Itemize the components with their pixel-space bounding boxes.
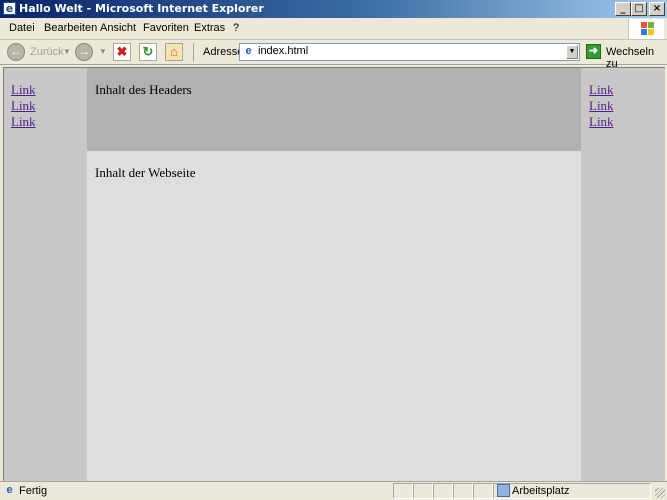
menu-help[interactable]: ? — [233, 22, 239, 34]
right-link-1[interactable]: Link — [589, 82, 614, 98]
stop-icon: ✖ — [116, 44, 128, 59]
left-link-2[interactable]: Link — [11, 98, 36, 114]
status-page-icon: e — [6, 484, 13, 496]
status-bar: e Fertig Arbeitsplatz — [0, 481, 667, 500]
maximize-button[interactable]: □ — [631, 2, 647, 16]
left-link-3[interactable]: Link — [11, 114, 36, 130]
refresh-icon: ↻ — [142, 44, 154, 59]
status-pane — [393, 483, 413, 499]
browser-window: e Hallo Welt - Microsoft Internet Explor… — [0, 0, 667, 500]
title-bar[interactable]: e Hallo Welt - Microsoft Internet Explor… — [0, 0, 667, 18]
toolbar-separator — [193, 43, 194, 62]
content-text: Inhalt der Webseite — [95, 165, 196, 180]
status-pane — [453, 483, 473, 499]
ie-app-icon[interactable]: e — [3, 2, 16, 15]
right-link-list: Link Link Link — [589, 82, 614, 130]
right-link-3[interactable]: Link — [589, 114, 614, 130]
status-pane — [473, 483, 493, 499]
resize-grip[interactable] — [655, 488, 665, 498]
refresh-button[interactable]: ↻ — [139, 43, 157, 61]
left-column: Link Link Link — [4, 68, 87, 481]
center-column: Inhalt des Headers Inhalt der Webseite — [87, 68, 581, 481]
status-pane — [433, 483, 453, 499]
my-computer-icon — [497, 484, 510, 497]
menu-datei[interactable]: Datei — [9, 22, 35, 34]
go-button[interactable]: ➜ — [586, 44, 601, 59]
browser-viewport: Link Link Link Inhalt des Headers Inhalt… — [3, 67, 665, 481]
stop-button[interactable]: ✖ — [113, 43, 131, 61]
address-field[interactable]: e index.html ▼ — [239, 43, 580, 61]
header-text: Inhalt des Headers — [95, 82, 192, 97]
window-title: Hallo Welt - Microsoft Internet Explorer — [19, 2, 264, 15]
menu-bar: Datei Bearbeiten Ansicht Favoriten Extra… — [0, 18, 667, 40]
forward-arrow-icon: → — [78, 44, 90, 58]
right-link-2[interactable]: Link — [589, 98, 614, 114]
toolbar: ← Zurück ▼ → ▼ ✖ ↻ ⌂ Adresse e index.htm… — [0, 40, 667, 70]
address-value[interactable]: index.html — [258, 45, 308, 57]
back-arrow-icon: ← — [10, 44, 22, 58]
menu-bearbeiten[interactable]: Bearbeiten — [44, 22, 97, 34]
back-button[interactable]: ← — [7, 43, 25, 61]
right-column: Link Link Link — [581, 68, 665, 481]
close-button[interactable]: × — [649, 2, 665, 16]
back-label[interactable]: Zurück — [30, 46, 64, 58]
menu-extras[interactable]: Extras — [194, 22, 225, 34]
forward-button[interactable]: → — [75, 43, 93, 61]
address-label: Adresse — [203, 46, 244, 58]
address-dropdown-button[interactable]: ▼ — [566, 45, 578, 59]
back-dropdown-icon[interactable]: ▼ — [63, 47, 71, 56]
menu-favoriten[interactable]: Favoriten — [143, 22, 189, 34]
status-pane — [413, 483, 433, 499]
home-icon: ⌂ — [170, 44, 178, 59]
home-button[interactable]: ⌂ — [165, 43, 183, 61]
status-text: Fertig — [19, 485, 48, 497]
go-arrow-icon: ➜ — [588, 45, 599, 57]
page-icon: e — [245, 45, 252, 57]
menu-ansicht[interactable]: Ansicht — [100, 22, 136, 34]
left-link-1[interactable]: Link — [11, 82, 36, 98]
left-link-list: Link Link Link — [11, 82, 36, 130]
page-header: Inhalt des Headers — [87, 68, 581, 151]
zone-text: Arbeitsplatz — [512, 485, 570, 497]
windows-logo-icon — [628, 19, 664, 39]
minimize-button[interactable]: _ — [615, 2, 631, 16]
forward-dropdown-icon[interactable]: ▼ — [99, 47, 107, 56]
